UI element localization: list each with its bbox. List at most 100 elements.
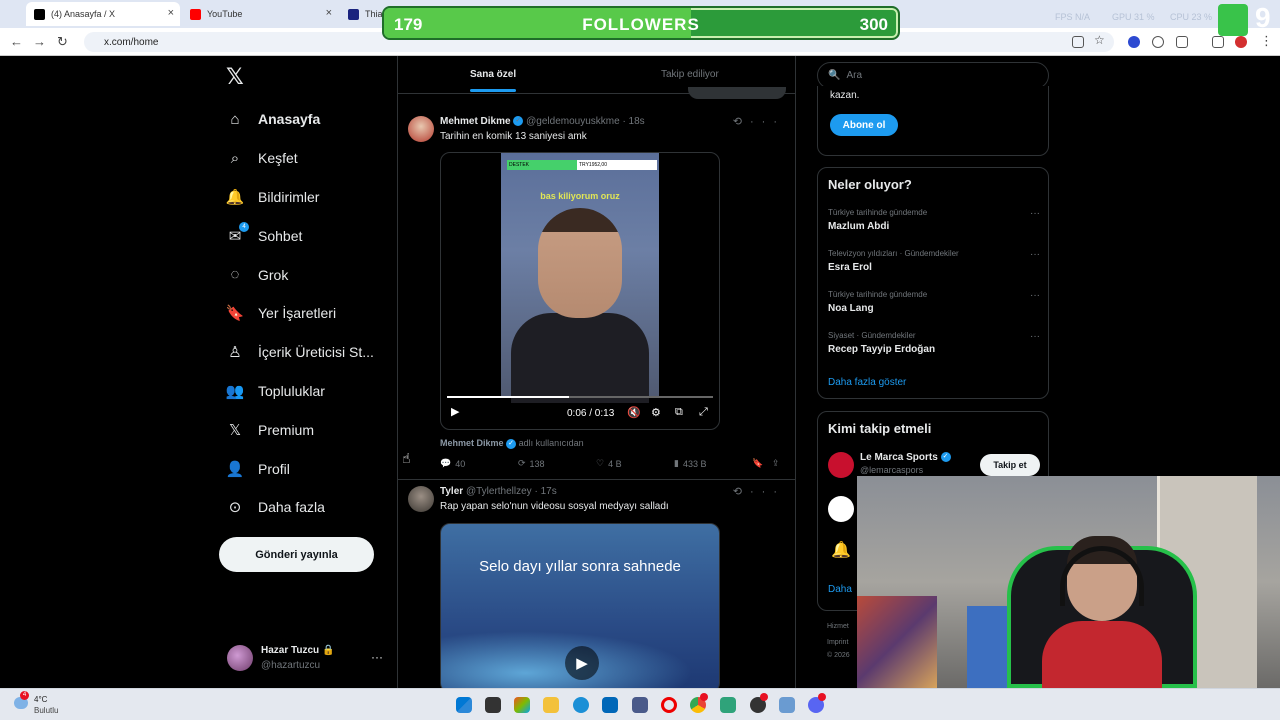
verified-badge-icon: ✓ bbox=[506, 438, 517, 449]
edge-icon[interactable] bbox=[573, 697, 589, 713]
settings-icon[interactable]: ⚙ bbox=[651, 406, 661, 419]
pip-icon[interactable]: ⧉ bbox=[675, 406, 683, 419]
sidebar-item-7[interactable]: 👥 Topluluklar bbox=[226, 372, 406, 411]
tweet[interactable]: Mehmet Dikme ✓ @geldemouyuskkme · 18s ⟲·… bbox=[398, 110, 795, 480]
install-icon[interactable] bbox=[1072, 36, 1084, 48]
opera-icon[interactable] bbox=[661, 697, 677, 713]
new-posts-pill[interactable] bbox=[688, 87, 786, 99]
tweet-video[interactable]: Selo dayı yıllar sonra sahnede ▶ bbox=[440, 523, 720, 688]
grok-icon[interactable]: ⟲ bbox=[733, 486, 750, 498]
tweet-time[interactable]: · 17s bbox=[534, 486, 556, 497]
more-dots-icon[interactable]: ··· bbox=[750, 116, 785, 128]
trend-context: Türkiye tarihinde gündemde bbox=[828, 290, 928, 299]
sidebar-item-6[interactable]: ♙ İçerik Üreticisi St... bbox=[226, 333, 406, 372]
show-more-link[interactable]: Daha fazla göster bbox=[828, 377, 906, 388]
avatar[interactable] bbox=[408, 486, 434, 512]
more-dots-icon[interactable]: ··· bbox=[1030, 331, 1040, 342]
more-dots-icon[interactable]: ··· bbox=[750, 486, 785, 498]
tweet[interactable]: Tyler @Tylerthellzey · 17s ⟲··· Rap yapa… bbox=[398, 480, 795, 688]
puzzle-icon[interactable] bbox=[1176, 36, 1188, 48]
tab-x-home[interactable]: (4) Anasayfa / X × bbox=[26, 2, 180, 26]
cpu-value: 23 % bbox=[1191, 12, 1213, 22]
post-button[interactable]: Gönderi yayınla bbox=[219, 537, 374, 572]
play-icon[interactable]: ▶ bbox=[565, 646, 599, 680]
tweet-author[interactable]: Mehmet Dikme bbox=[440, 116, 511, 127]
show-more-link[interactable]: Daha bbox=[828, 584, 852, 595]
grok-icon[interactable]: ⟲ bbox=[733, 116, 750, 128]
sidebar-item-0[interactable]: ⌂ Anasayfa bbox=[226, 100, 406, 139]
star-icon[interactable]: ☆ bbox=[1094, 33, 1105, 47]
tweet-video[interactable]: DESTEK TRY1952,00 bas kiliyorum oruz ▶ 0… bbox=[440, 152, 720, 430]
reload-icon[interactable]: ↻ bbox=[57, 34, 68, 50]
tweet-handle[interactable]: @Tylerthellzey bbox=[466, 486, 532, 497]
forward-icon[interactable]: → bbox=[33, 34, 46, 49]
tweet-author[interactable]: Tyler bbox=[440, 486, 463, 497]
fullscreen-icon[interactable]: ⤢ bbox=[699, 406, 708, 419]
trend-context: Siyaset · Gündemdekiler bbox=[828, 331, 916, 340]
more-dots-icon[interactable]: ··· bbox=[371, 650, 383, 664]
play-icon[interactable]: ▶ bbox=[451, 405, 459, 418]
more-dots-icon[interactable]: ··· bbox=[1030, 290, 1040, 301]
back-icon[interactable]: ← bbox=[10, 34, 23, 49]
extension-icon[interactable] bbox=[1128, 36, 1140, 48]
footer-link[interactable]: Hizmet bbox=[827, 623, 849, 630]
account-switcher[interactable]: Hazar Tuzcu 🔒 @hazartuzcu ··· bbox=[227, 644, 387, 674]
subscribe-button[interactable]: Abone ol bbox=[830, 114, 898, 136]
more-dots-icon[interactable]: ··· bbox=[1030, 249, 1040, 260]
close-tab-icon[interactable]: × bbox=[168, 7, 174, 19]
video-progress-bar[interactable] bbox=[447, 396, 713, 398]
app-icon[interactable] bbox=[779, 697, 795, 713]
sidepanel-icon[interactable] bbox=[1212, 36, 1224, 48]
app-icon[interactable] bbox=[632, 697, 648, 713]
extension-icon[interactable] bbox=[1152, 36, 1164, 48]
file-explorer-icon[interactable] bbox=[543, 697, 559, 713]
start-icon[interactable] bbox=[456, 697, 472, 713]
sidebar-item-9[interactable]: 👤 Profil bbox=[226, 449, 406, 488]
footer-link[interactable]: Imprint bbox=[827, 639, 848, 646]
trend-item[interactable]: Televizyon yıldızları · Gündemdekiler Es… bbox=[828, 249, 1040, 289]
share-button[interactable]: ⇪ bbox=[772, 458, 780, 469]
sidebar-item-5[interactable]: 🔖 Yer İşaretleri bbox=[226, 294, 406, 333]
tab-following[interactable]: Takip ediliyor bbox=[661, 69, 719, 80]
weather-widget[interactable]: 4 4°C Bulutlu bbox=[14, 691, 74, 717]
tab-for-you[interactable]: Sana özel bbox=[470, 69, 516, 80]
home-feed: Sana özel Takip ediliyor Mehmet Dikme ✓ … bbox=[397, 56, 796, 688]
sidebar-item-1[interactable]: ⌕ Keşfet bbox=[226, 139, 406, 178]
tab-youtube[interactable]: YouTube × bbox=[182, 2, 338, 26]
tweet-handle[interactable]: @geldemouyuskkme bbox=[526, 116, 620, 127]
sidebar-item-2[interactable]: 🔔 Bildirimler bbox=[226, 178, 406, 217]
follow-button[interactable]: Takip et bbox=[980, 454, 1040, 476]
like-button[interactable]: ♡ 4 B bbox=[596, 458, 622, 469]
copilot-icon[interactable] bbox=[514, 697, 530, 713]
tweet-time[interactable]: · 18s bbox=[622, 116, 644, 127]
close-tab-icon[interactable]: × bbox=[326, 7, 332, 19]
repost-button[interactable]: ⟳ 138 bbox=[518, 458, 545, 469]
views-button[interactable]: ▮ 433 B bbox=[674, 458, 706, 469]
store-icon[interactable] bbox=[602, 697, 618, 713]
menu-icon[interactable]: ⋮ bbox=[1260, 33, 1273, 49]
attribution-name[interactable]: Mehmet Dikme bbox=[440, 438, 504, 448]
sidebar-item-3[interactable]: ✉ 4 Sohbet bbox=[226, 216, 406, 255]
bookmark-button[interactable]: 🔖 bbox=[752, 458, 763, 469]
avatar[interactable] bbox=[408, 116, 434, 142]
profile-avatar[interactable] bbox=[1235, 36, 1247, 48]
volume-icon[interactable]: 🔇 bbox=[627, 406, 641, 419]
x-logo-icon[interactable]: 𝕏 bbox=[226, 64, 244, 90]
sidebar-item-10[interactable]: ⊙ Daha fazla bbox=[226, 488, 406, 527]
more-dots-icon[interactable]: ··· bbox=[1030, 208, 1040, 219]
trend-item[interactable]: Türkiye tarihinde gündemde Mazlum Abdi ·… bbox=[828, 208, 1040, 248]
sidebar-item-label: Profil bbox=[258, 460, 290, 477]
search-input[interactable]: 🔍 Ara bbox=[817, 62, 1049, 89]
repost-icon: ⟳ bbox=[518, 458, 526, 468]
sidebar-item-4[interactable]: ◌ Grok bbox=[226, 255, 406, 294]
bell-icon[interactable]: 🔔 bbox=[828, 538, 854, 564]
trends-card: Neler oluyor? Türkiye tarihinde gündemde… bbox=[817, 167, 1049, 399]
app-icon[interactable] bbox=[720, 697, 736, 713]
sidebar-item-8[interactable]: 𝕏 Premium bbox=[226, 410, 406, 449]
notification-badge bbox=[700, 693, 708, 701]
trend-item[interactable]: Türkiye tarihinde gündemde Noa Lang ··· bbox=[828, 290, 1040, 330]
reply-button[interactable]: 💬 40 bbox=[440, 458, 465, 469]
trend-item[interactable]: Siyaset · Gündemdekiler Recep Tayyip Erd… bbox=[828, 331, 1040, 371]
avatar[interactable] bbox=[828, 496, 854, 522]
task-view-icon[interactable] bbox=[485, 697, 501, 713]
